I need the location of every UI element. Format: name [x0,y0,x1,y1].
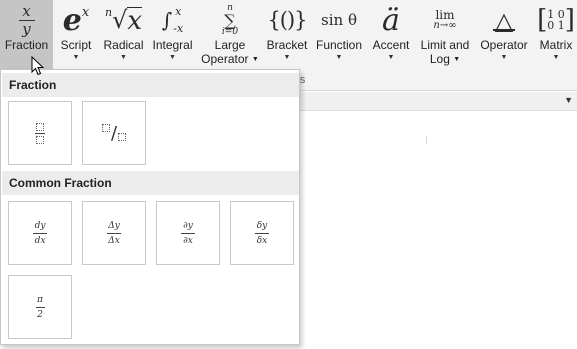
integral-label: Integral [152,38,193,52]
chevron-down-icon: ▼ [387,54,395,61]
accent-icon: ä [382,2,400,38]
fraction-partial-y-partial-x: ∂y ∂x [181,221,195,246]
limit-and-log-button[interactable]: lim n→∞ Limit and Log ▼ [417,0,473,72]
chevron-down-icon: ▼ [552,54,560,61]
limit-icon: lim n→∞ [433,8,457,31]
operator-label: Operator [480,38,528,52]
bracket-icon: {()} [267,8,307,32]
operator-icon: △ [493,7,515,36]
matrix-label: Matrix [539,38,573,52]
stacked-fraction-tile[interactable] [8,101,72,165]
section-header-common-fraction: Common Fraction [2,171,299,195]
matrix-icon: [ 1 0 0 1 ] [537,5,575,35]
equation-ribbon: x y Fraction ex Script ▼ n √ x Radical ▼ ∫… [0,0,577,72]
chevron-down-icon: ▼ [169,54,176,61]
document-mark [426,136,427,144]
fraction-pi-over-2-tile[interactable]: π2 [8,275,72,339]
large-operator-label: Large Operator ▼ [201,38,259,66]
function-label: Function [315,38,363,52]
fraction-delta-tile[interactable]: Δy Δx [82,201,146,265]
fraction-small-delta-y-x: δy δx [255,220,269,246]
document-bar: ▼ [300,92,577,111]
chevron-down-icon: ▼ [120,54,127,61]
dropdown-arrow-icon[interactable]: ▼ [564,95,573,105]
script-icon: ex [62,2,90,38]
script-button[interactable]: ex Script ▼ [55,0,97,72]
chevron-down-icon: ▼ [251,55,259,63]
fraction-small-delta-tile[interactable]: δy δx [230,201,294,265]
function-button[interactable]: sin θ Function ▼ [313,0,365,72]
fraction-button[interactable]: x y Fraction [0,0,53,72]
large-operator-button[interactable]: n ∑ i=0 Large Operator ▼ [201,0,259,72]
integral-icon: ∫ x -x [161,5,184,35]
limit-and-log-label: Limit and Log ▼ [420,38,470,66]
fraction-gallery: Fraction / Common Fraction dy dx Δy Δx ∂y ∂… [0,69,300,345]
accent-button[interactable]: ä Accent ▼ [369,0,413,72]
radical-button[interactable]: n √ x Radical ▼ [101,0,146,72]
chevron-down-icon: ▼ [72,54,80,61]
fraction-pi-over-2: π2 [35,294,45,320]
section-header-fraction: Fraction [2,73,299,97]
chevron-down-icon: ▼ [283,54,291,61]
fraction-dy-dx: dy dx [33,220,47,246]
matrix-button[interactable]: [ 1 0 0 1 ] Matrix ▼ [535,0,577,72]
fraction-dy-dx-tile[interactable]: dy dx [8,201,72,265]
skewed-fraction-icon: / [101,123,127,144]
chevron-down-icon: ▼ [500,54,508,61]
integral-button[interactable]: ∫ x -x Integral ▼ [150,0,195,72]
chevron-down-icon: ▼ [453,55,461,63]
large-operator-icon: n ∑ i=0 [221,2,239,37]
mouse-cursor-icon [31,56,45,76]
chevron-down-icon: ▼ [335,54,343,61]
stacked-fraction-icon [35,122,45,144]
bracket-button[interactable]: {()} Bracket ▼ [264,0,310,72]
fraction-icon: x y [0,2,53,38]
fraction-partial-tile[interactable]: ∂y ∂x [156,201,220,265]
operator-button[interactable]: △ Operator ▼ [477,0,531,72]
function-icon: sin θ [321,11,357,29]
radical-icon: n √ x [104,5,143,36]
fraction-delta-y-delta-x: Δy Δx [107,220,121,246]
skewed-fraction-tile[interactable]: / [82,101,146,165]
